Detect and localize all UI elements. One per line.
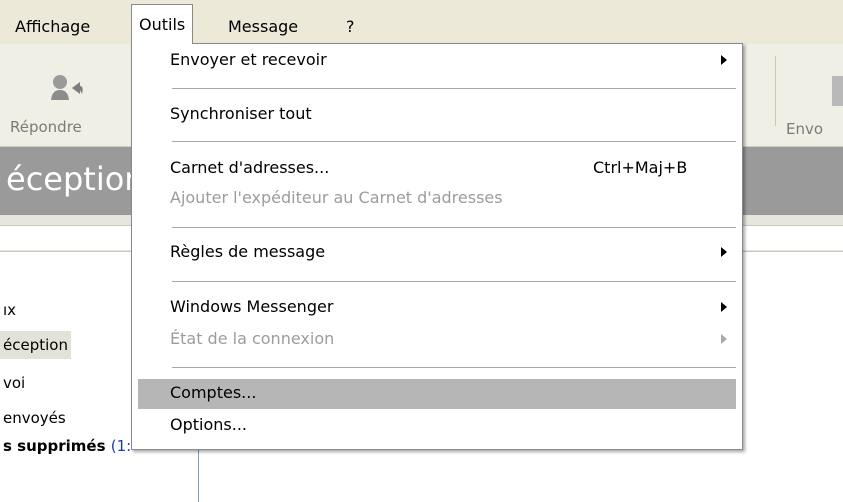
folder-item[interactable]: voi bbox=[0, 369, 28, 397]
menu-item-label: État de la connexion bbox=[170, 329, 335, 348]
submenu-arrow-icon bbox=[721, 334, 727, 344]
submenu-arrow-icon bbox=[721, 55, 727, 65]
submenu-arrow-icon bbox=[721, 302, 727, 312]
reply-label: Répondre bbox=[10, 118, 82, 136]
send-icon bbox=[832, 76, 843, 106]
menu-item-label: Règles de message bbox=[170, 242, 326, 261]
menu-separator bbox=[172, 367, 736, 368]
reply-icon bbox=[51, 75, 83, 100]
menu-item-carnet-adresses[interactable]: Carnet d'adresses... Ctrl+Maj+B bbox=[138, 154, 736, 184]
menu-affichage[interactable]: Affichage bbox=[8, 12, 97, 42]
menu-item-synchroniser[interactable]: Synchroniser tout bbox=[138, 100, 736, 130]
folder-item-deleted-count: (1: bbox=[110, 437, 132, 455]
menu-item-label: Carnet d'adresses... bbox=[170, 158, 330, 177]
menu-bar: Affichage Outils Message ? bbox=[0, 0, 843, 44]
submenu-arrow-icon bbox=[721, 247, 727, 257]
menu-item-comptes[interactable]: Comptes... bbox=[138, 379, 736, 409]
menu-separator bbox=[172, 141, 736, 142]
send-label[interactable]: Envo bbox=[786, 120, 823, 138]
reply-button[interactable]: Répondre bbox=[10, 72, 120, 142]
menu-item-windows-messenger[interactable]: Windows Messenger bbox=[138, 293, 736, 323]
menu-item-label: Synchroniser tout bbox=[170, 104, 312, 123]
folder-item-inbox[interactable]: éception bbox=[0, 331, 71, 359]
menu-separator bbox=[172, 88, 736, 89]
folder-item-sent[interactable]: envoyés bbox=[0, 404, 69, 432]
menu-item-label: Windows Messenger bbox=[170, 297, 334, 316]
menu-item-regles-message[interactable]: Règles de message bbox=[138, 238, 736, 268]
folder-item-deleted[interactable]: s supprimés (1: bbox=[0, 432, 134, 460]
folder-title: éceptior bbox=[6, 160, 138, 198]
menu-item-label: Envoyer et recevoir bbox=[170, 50, 327, 69]
menu-item-shortcut: Ctrl+Maj+B bbox=[593, 158, 688, 177]
folder-item[interactable]: ıx bbox=[0, 296, 19, 324]
menu-item-ajouter-expediteur[interactable]: Ajouter l'expéditeur au Carnet d'adresse… bbox=[138, 184, 736, 214]
menu-outils[interactable]: Outils bbox=[131, 4, 194, 44]
menu-help[interactable]: ? bbox=[339, 12, 362, 42]
menu-item-label: Comptes... bbox=[170, 383, 257, 402]
outils-dropdown-menu: Envoyer et recevoir Synchroniser tout Ca… bbox=[131, 43, 743, 450]
menu-item-label: Ajouter l'expéditeur au Carnet d'adresse… bbox=[170, 188, 503, 207]
menu-item-label: Options... bbox=[170, 415, 247, 434]
menu-item-envoyer-recevoir[interactable]: Envoyer et recevoir bbox=[138, 46, 736, 76]
menu-separator bbox=[172, 227, 736, 228]
menu-item-etat-connexion[interactable]: État de la connexion bbox=[138, 325, 736, 355]
menu-message[interactable]: Message bbox=[221, 12, 305, 42]
folder-item-deleted-label: s supprimés bbox=[3, 437, 106, 455]
toolbar-separator bbox=[775, 56, 776, 126]
menu-separator bbox=[172, 281, 736, 282]
menu-item-options[interactable]: Options... bbox=[138, 411, 736, 441]
